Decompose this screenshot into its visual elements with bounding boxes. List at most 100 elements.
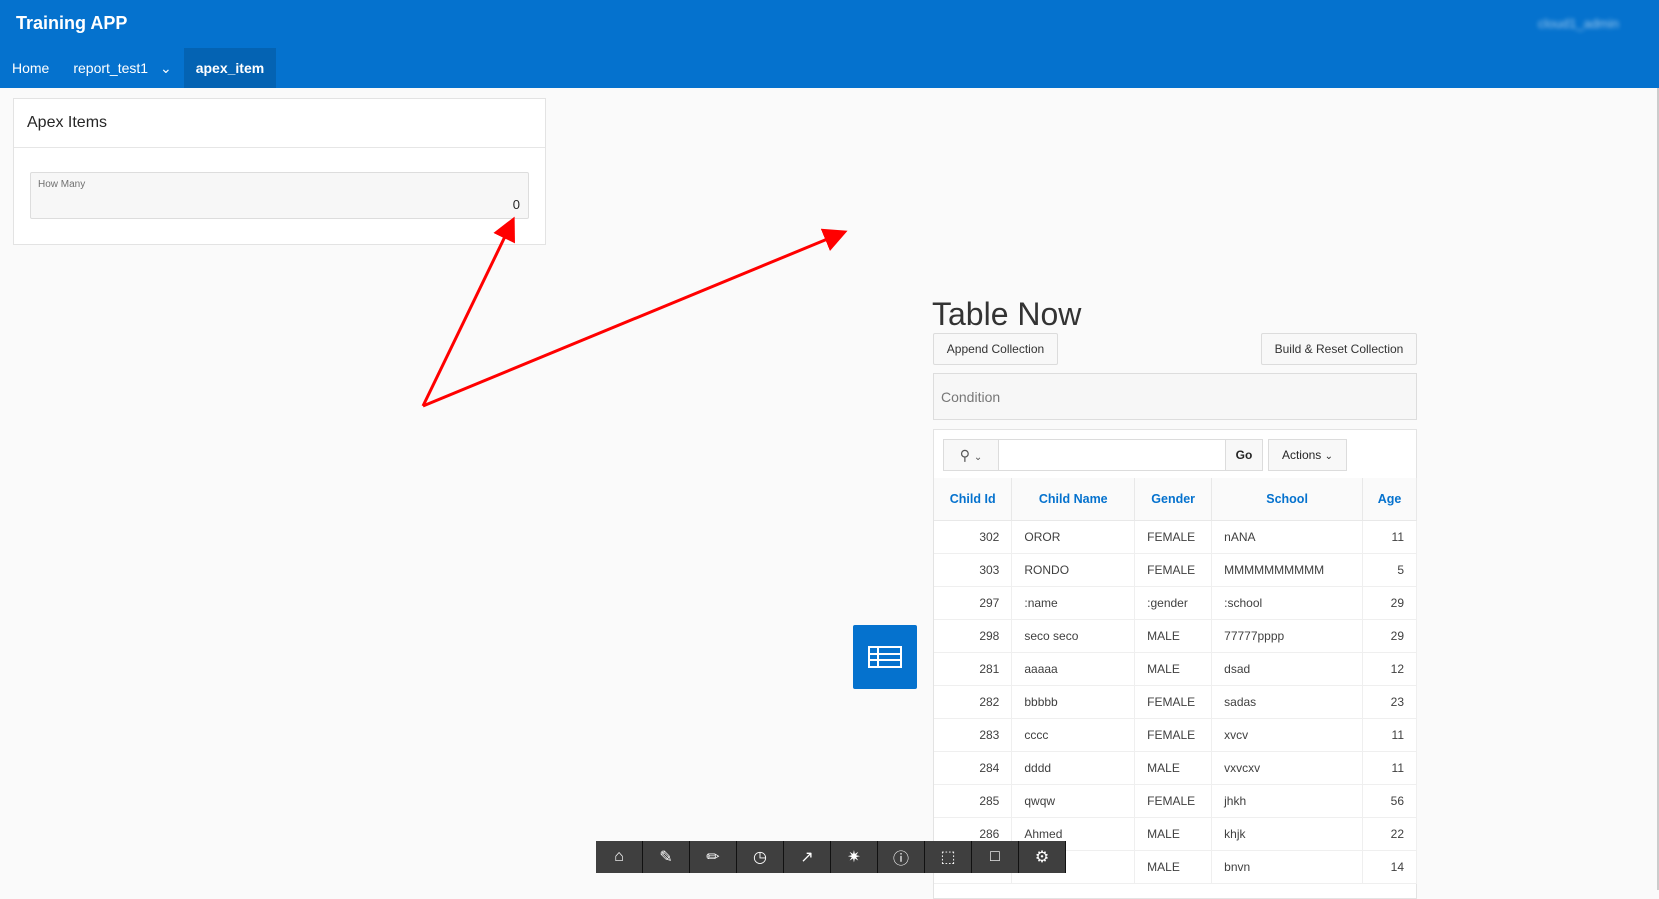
- search-input[interactable]: [998, 439, 1226, 471]
- chevron-down-icon[interactable]: ⌄: [160, 60, 172, 76]
- actions-label: Actions: [1281, 448, 1322, 462]
- edit-icon[interactable]: ✏: [690, 841, 737, 873]
- table-cell-child-name: dddd: [1011, 751, 1136, 785]
- table-row: 285 qwqw FEMALE jhkh 56: [934, 784, 1417, 818]
- actions-button[interactable]: Actions ⌄: [1268, 439, 1347, 471]
- top-header: Training APP cloud1_admin Home report_te…: [0, 0, 1659, 88]
- table-cell-age: 11: [1362, 718, 1417, 752]
- table-cell-child-id: 303: [934, 553, 1013, 587]
- table-row: 281 aaaaa MALE dsad 12: [934, 652, 1417, 686]
- search-icon: ⚲: [959, 447, 970, 463]
- nav-apex-item[interactable]: apex_item: [183, 48, 277, 88]
- build-reset-collection-button[interactable]: Build & Reset Collection: [1261, 333, 1417, 365]
- table-cell-school: xvcv: [1211, 718, 1364, 752]
- arrow-to-right: [422, 228, 848, 408]
- table-row: 282 bbbbb FEMALE sadas 23: [934, 685, 1417, 719]
- table-cell-gender: MALE: [1134, 619, 1213, 653]
- table-cell-gender: :gender: [1134, 586, 1213, 620]
- quick-edit-icon[interactable]: ⬚: [925, 841, 972, 873]
- table-icon: [868, 646, 902, 668]
- table-cell-child-name: bbbbb: [1011, 685, 1136, 719]
- append-collection-button[interactable]: Append Collection: [933, 333, 1058, 365]
- debug-icon[interactable]: ✷: [831, 841, 878, 873]
- report-table: Child Id Child Name Gender School Age 30…: [934, 478, 1417, 884]
- go-button[interactable]: Go: [1225, 439, 1263, 471]
- table-cell-school: sadas: [1211, 685, 1364, 719]
- col-child-name[interactable]: Child Name: [1011, 478, 1136, 521]
- table-cell-age: 11: [1362, 751, 1417, 785]
- table-cell-age: 56: [1362, 784, 1417, 818]
- field-label: How Many: [38, 179, 86, 190]
- table-cell-child-name: aaaaa: [1011, 652, 1136, 686]
- nav-report-test1[interactable]: report_test1 ⌄: [61, 48, 183, 88]
- table-cell-age: 29: [1362, 586, 1417, 620]
- nav-label: report_test1: [73, 60, 149, 76]
- table-cell-child-name: seco seco: [1011, 619, 1136, 653]
- nav-bar: Home report_test1 ⌄ apex_item: [0, 48, 277, 88]
- table-cell-gender: FEMALE: [1134, 553, 1213, 587]
- developer-toolbar: ⌂ ✎ ✏ ◷ ↗ ✷ ⓘ ⬚ □ ⚙: [596, 841, 1066, 873]
- info-icon[interactable]: ⓘ: [878, 841, 925, 873]
- table-cell-school: :school: [1211, 586, 1364, 620]
- user-menu[interactable]: cloud1_admin: [1538, 16, 1619, 31]
- table-cell-school: bnvn: [1211, 850, 1364, 884]
- table-cell-child-name: RONDO: [1011, 553, 1136, 587]
- table-now-title: Table Now: [932, 296, 1082, 332]
- col-child-id[interactable]: Child Id: [934, 478, 1013, 521]
- table-cell-school: khjk: [1211, 817, 1364, 851]
- home-icon[interactable]: ⌂: [596, 841, 643, 873]
- table-row: 302 OROR FEMALE nANA 11: [934, 520, 1417, 554]
- table-cell-age: 12: [1362, 652, 1417, 686]
- nav-home[interactable]: Home: [0, 48, 61, 88]
- table-cell-child-id: 282: [934, 685, 1013, 719]
- table-row: 283 cccc FEMALE xvcv 11: [934, 718, 1417, 752]
- field-value[interactable]: 0: [513, 197, 520, 212]
- table-cell-school: jhkh: [1211, 784, 1364, 818]
- table-cell-school: nANA: [1211, 520, 1364, 554]
- table-cell-gender: MALE: [1134, 652, 1213, 686]
- table-cell-child-name: cccc: [1011, 718, 1136, 752]
- table-cell-child-id: 298: [934, 619, 1013, 653]
- settings-icon[interactable]: ⚙: [1019, 841, 1066, 873]
- table-cell-age: 5: [1362, 553, 1417, 587]
- table-cell-school: dsad: [1211, 652, 1364, 686]
- condition-field[interactable]: Condition: [933, 373, 1417, 420]
- region-title: Apex Items: [14, 99, 545, 148]
- table-view-button[interactable]: [853, 625, 917, 689]
- how-many-field[interactable]: How Many 0: [30, 172, 529, 219]
- table-cell-school: 77777pppp: [1211, 619, 1364, 653]
- chevron-down-icon: ⌄: [973, 452, 983, 463]
- table-cell-gender: MALE: [1134, 850, 1213, 884]
- table-row: 297:name:gender:school 29: [934, 586, 1417, 620]
- table-cell-child-id: 297: [934, 586, 1013, 620]
- table-cell-age: 23: [1362, 685, 1417, 719]
- table-row: 303 RONDO FEMALE MMMMMMMMMM 5: [934, 553, 1417, 587]
- table-cell-child-id: 285: [934, 784, 1013, 818]
- theme-roller-icon[interactable]: □: [972, 841, 1019, 873]
- table-cell-school: MMMMMMMMMM: [1211, 553, 1364, 587]
- clock-icon[interactable]: ◷: [737, 841, 784, 873]
- table-cell-child-id: 281: [934, 652, 1013, 686]
- arrow-to-field: [421, 216, 515, 407]
- table-cell-age: 22: [1362, 817, 1417, 851]
- interactive-report: ⚲ ⌄ Go Actions ⌄ Child Id Child Name Gen…: [933, 429, 1417, 899]
- table-cell-gender: MALE: [1134, 751, 1213, 785]
- table-cell-child-name: OROR: [1011, 520, 1136, 554]
- table-cell-school: vxvcxv: [1211, 751, 1364, 785]
- edit-page-icon[interactable]: ✎: [643, 841, 690, 873]
- share-icon[interactable]: ↗: [784, 841, 831, 873]
- table-cell-age: 29: [1362, 619, 1417, 653]
- table-row: 298 seco seco MALE 77777pppp 29: [934, 619, 1417, 653]
- table-cell-child-id: 302: [934, 520, 1013, 554]
- table-cell-gender: MALE: [1134, 817, 1213, 851]
- table-cell-child-name: :name: [1011, 586, 1136, 620]
- table-row: 284 dddd MALE vxvcxv 11: [934, 751, 1417, 785]
- col-gender[interactable]: Gender: [1134, 478, 1213, 521]
- apex-items-region: Apex Items How Many 0: [13, 98, 546, 245]
- table-cell-gender: FEMALE: [1134, 685, 1213, 719]
- table-cell-child-id: 284: [934, 751, 1013, 785]
- search-column-button[interactable]: ⚲ ⌄: [943, 439, 999, 471]
- col-school[interactable]: School: [1211, 478, 1364, 521]
- app-title[interactable]: Training APP: [16, 13, 127, 34]
- col-age[interactable]: Age: [1362, 478, 1417, 521]
